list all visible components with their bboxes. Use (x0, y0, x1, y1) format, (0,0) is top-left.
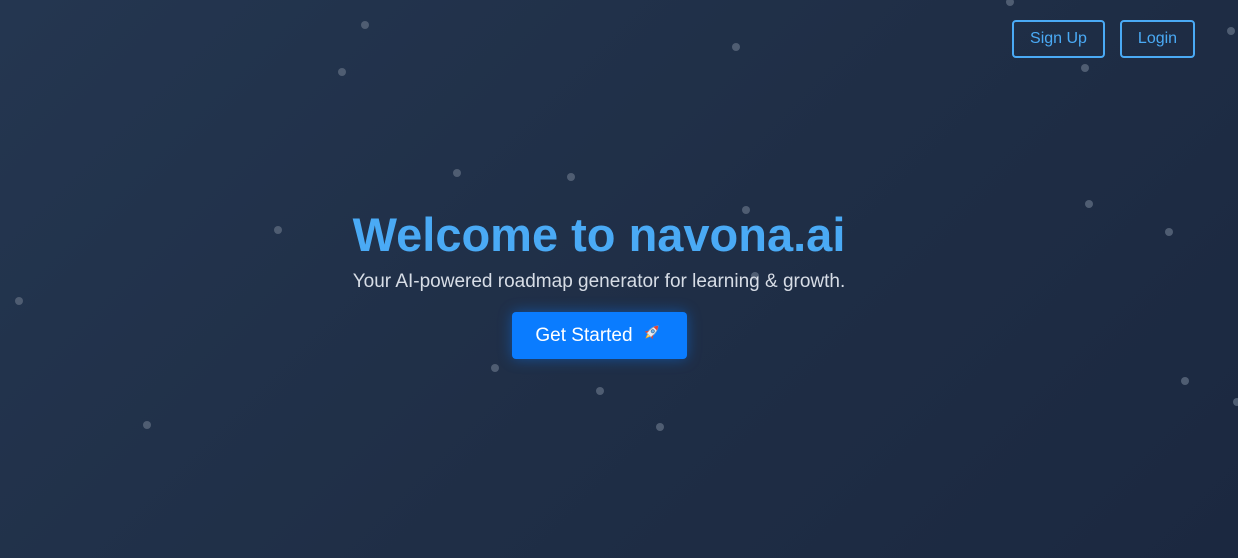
particle-dot (596, 387, 604, 395)
hero-subtitle: Your AI-powered roadmap generator for le… (352, 271, 846, 292)
particle-dot (1085, 200, 1093, 208)
particle-dot (491, 364, 499, 372)
particle-dot (143, 421, 151, 429)
particle-dot (15, 297, 23, 305)
particle-dot (338, 68, 346, 76)
get-started-label: Get Started (535, 324, 633, 346)
particle-dot (361, 21, 369, 29)
hero-section: Welcome to navona.ai Your AI-powered roa… (300, 206, 898, 359)
particle-dot (1227, 27, 1235, 35)
login-button[interactable]: Login (1120, 20, 1195, 58)
get-started-button[interactable]: Get Started (511, 312, 687, 359)
particle-dot (1006, 0, 1014, 6)
particle-dot (1081, 64, 1089, 72)
particle-dot (1165, 228, 1173, 236)
particle-dot (656, 423, 664, 431)
rocket-icon (639, 321, 663, 351)
particle-dot (567, 173, 575, 181)
particle-dot (732, 43, 740, 51)
particle-dot (1233, 398, 1238, 406)
signup-button[interactable]: Sign Up (1012, 20, 1105, 58)
particle-dot (453, 169, 461, 177)
particle-dot (1181, 377, 1189, 385)
hero-title: Welcome to navona.ai (352, 208, 846, 261)
particle-dot (274, 226, 282, 234)
